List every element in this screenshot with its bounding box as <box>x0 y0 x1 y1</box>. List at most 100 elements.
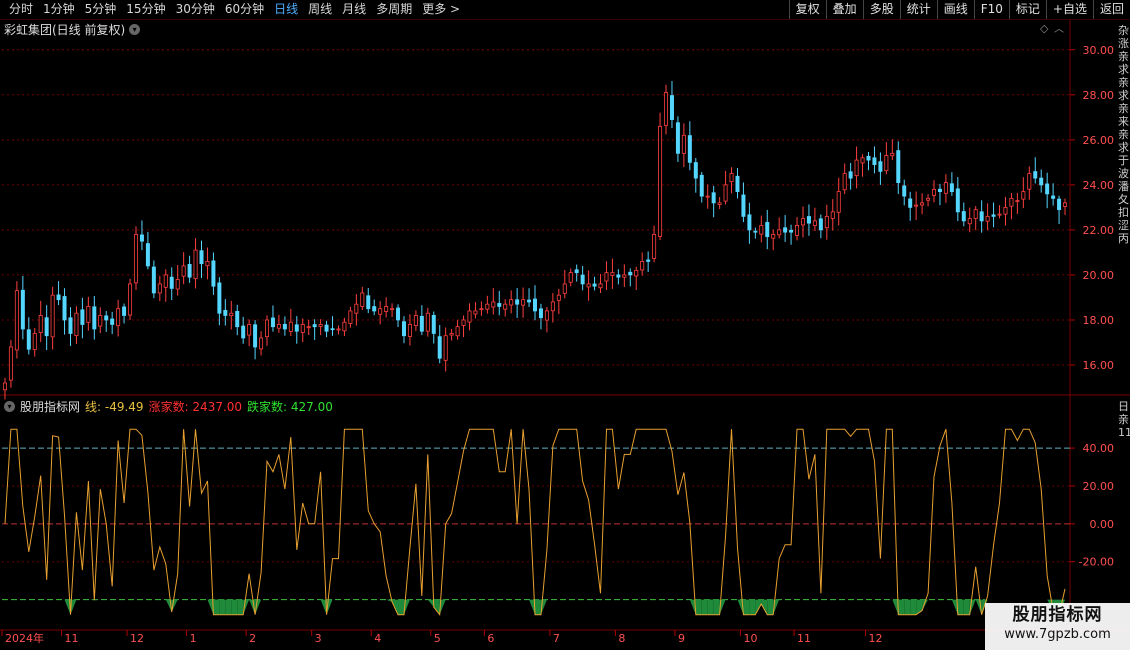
candle-body <box>521 299 526 306</box>
candle-body <box>44 317 49 337</box>
candle-body <box>2 382 7 391</box>
oversold-fill <box>535 599 541 615</box>
candle <box>348 306 353 328</box>
candle <box>276 314 281 333</box>
candle <box>604 261 609 290</box>
indicator-tick-label: 40.00 <box>1083 442 1115 455</box>
price-tick-label: 20.00 <box>1083 269 1115 282</box>
candle-body <box>771 233 776 239</box>
candle-body <box>187 264 192 278</box>
candle <box>592 276 597 291</box>
time-tick-label: 12 <box>130 632 144 645</box>
candle-body <box>997 213 1002 216</box>
candle-body <box>824 215 829 229</box>
candle-body <box>783 227 788 233</box>
candle <box>270 305 275 332</box>
candle <box>616 269 621 285</box>
candle <box>556 288 561 315</box>
candle-body <box>979 211 984 222</box>
candle-body <box>646 259 651 262</box>
candle-body <box>116 308 121 327</box>
candle-body <box>622 274 627 278</box>
candle-body <box>872 157 877 165</box>
candle <box>1003 196 1008 226</box>
candle <box>229 300 234 330</box>
candle-body <box>640 261 645 271</box>
candle-body <box>1045 183 1050 195</box>
price-tick-label: 24.00 <box>1083 179 1115 192</box>
time-tick-label: 12 <box>869 632 883 645</box>
time-tick-label: 11 <box>797 632 811 645</box>
candle-body <box>479 308 484 311</box>
candle <box>372 299 377 316</box>
candle <box>723 170 728 205</box>
oversold-fill <box>213 599 220 615</box>
candle <box>241 316 246 344</box>
candle <box>979 200 984 233</box>
candle-body <box>836 191 841 213</box>
oversold-fill <box>957 599 964 615</box>
candle-body <box>193 249 198 280</box>
candle-body <box>20 289 25 330</box>
candle <box>640 252 645 276</box>
kline-chart[interactable]: ◇ ︿30.0028.0026.0024.0022.0020.0018.0016.… <box>0 0 1130 650</box>
candle-body <box>812 220 817 226</box>
time-tick-label: 7 <box>553 632 560 645</box>
candle-body <box>360 292 365 307</box>
candle-body <box>586 283 591 288</box>
candle <box>1033 157 1038 184</box>
candle <box>300 318 305 343</box>
candle <box>949 172 954 196</box>
candle-body <box>967 218 972 225</box>
candle-body <box>26 329 31 350</box>
candle <box>74 306 79 344</box>
candle-body <box>92 306 97 330</box>
candle <box>789 224 794 245</box>
candle-body <box>348 310 353 324</box>
time-tick-label: 3 <box>315 632 322 645</box>
watermark: 股朋指标网 www.7gpzb.com <box>985 603 1130 650</box>
candle-body <box>74 312 79 337</box>
candle-body <box>342 321 347 332</box>
side-text-top: 杂涨亲求亲求亲来亲求于波潘夂扣涩丙 <box>1118 24 1129 245</box>
time-tick-label: 1 <box>190 632 197 645</box>
candle <box>193 238 198 289</box>
candle <box>800 206 805 238</box>
candle <box>902 179 907 206</box>
candle-body <box>902 185 907 197</box>
candle-body <box>449 333 454 336</box>
candle <box>467 303 472 331</box>
time-tick-label: 2024年 <box>5 631 44 645</box>
candle <box>1027 166 1032 200</box>
candle <box>1021 177 1026 209</box>
candle-body <box>485 303 490 310</box>
candle-body <box>330 328 335 331</box>
oversold-fill <box>695 599 702 615</box>
candle <box>878 152 883 185</box>
candle-body <box>658 125 663 237</box>
candle <box>247 319 252 347</box>
candle-body <box>1039 177 1044 186</box>
candle <box>413 310 418 331</box>
candle <box>932 180 937 203</box>
candle-body <box>800 218 805 226</box>
candle <box>735 168 740 199</box>
candle <box>360 286 365 310</box>
candle-body <box>681 134 686 154</box>
candle-body <box>306 326 311 329</box>
candle <box>509 290 514 314</box>
candle-body <box>747 214 752 231</box>
candle-body <box>384 306 389 312</box>
candle-body <box>223 309 228 316</box>
candle <box>795 217 800 241</box>
candle <box>747 202 752 244</box>
candle-body <box>884 155 889 172</box>
watermark-url: www.7gpzb.com <box>1004 627 1111 642</box>
candle-body <box>932 188 937 196</box>
candle-body <box>556 294 561 301</box>
candle-body <box>592 283 597 287</box>
candle-body <box>735 175 740 193</box>
candle-body <box>818 218 823 231</box>
candle <box>1057 195 1062 224</box>
candle <box>366 288 371 314</box>
